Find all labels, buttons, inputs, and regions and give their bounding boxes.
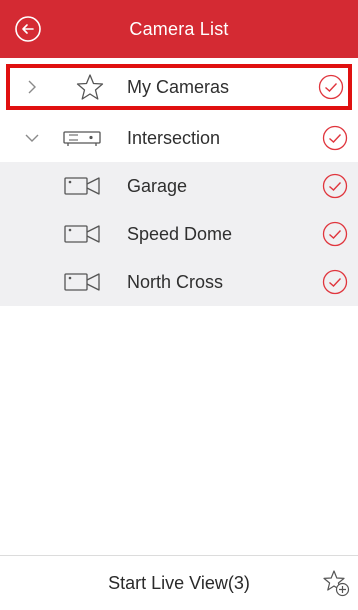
list-item-camera-garage[interactable]: Garage — [0, 162, 358, 210]
star-icon — [76, 74, 104, 100]
list-item-label: Intersection — [127, 127, 221, 148]
camera-list: My Cameras Intersection Garage Speed Dom… — [0, 58, 358, 306]
list-item-label: Speed Dome — [127, 223, 233, 244]
start-live-view-button[interactable]: Start Live View(3) — [108, 573, 250, 594]
camera-icon — [64, 273, 100, 291]
chevron-down-icon[interactable] — [24, 130, 40, 146]
check-circle-icon[interactable] — [322, 269, 348, 295]
list-item-intersection[interactable]: Intersection — [0, 114, 358, 162]
chevron-right-icon[interactable] — [24, 79, 40, 95]
list-item-camera-speed-dome[interactable]: Speed Dome — [0, 210, 358, 258]
list-item-my-cameras[interactable]: My Cameras — [6, 64, 352, 110]
camera-icon — [64, 177, 100, 195]
check-circle-icon[interactable] — [318, 74, 344, 100]
page-title: Camera List — [129, 18, 229, 39]
camera-icon — [64, 225, 100, 243]
footer-bar: Start Live View(3) — [0, 555, 358, 610]
list-item-camera-north-cross[interactable]: North Cross — [0, 258, 358, 306]
list-item-label: My Cameras — [127, 76, 230, 97]
check-circle-icon[interactable] — [322, 125, 348, 151]
check-circle-icon[interactable] — [322, 221, 348, 247]
back-circle-icon[interactable] — [14, 15, 42, 43]
header-bar: Camera List — [0, 0, 358, 58]
add-favorite-star-icon[interactable] — [322, 569, 350, 597]
check-circle-icon[interactable] — [322, 173, 348, 199]
list-item-label: Garage — [127, 175, 188, 196]
list-item-label: North Cross — [127, 271, 224, 292]
nvr-device-icon — [63, 131, 101, 146]
